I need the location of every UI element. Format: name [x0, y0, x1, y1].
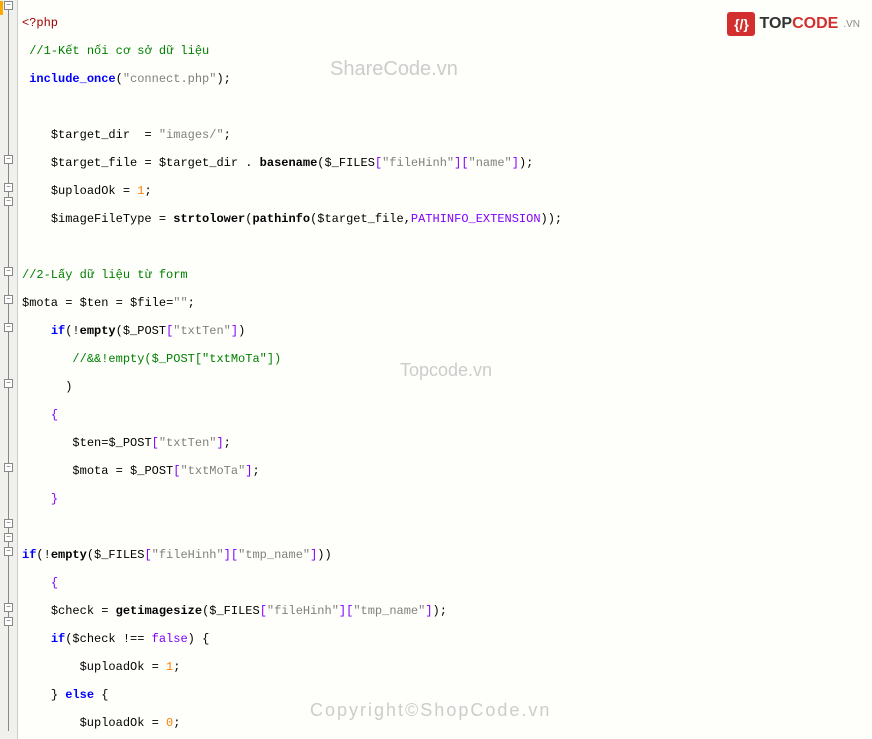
fold-toggle[interactable]: − — [4, 379, 13, 388]
fold-toggle[interactable]: − — [4, 519, 13, 528]
fold-toggle[interactable]: − — [4, 533, 13, 542]
fold-toggle[interactable]: − — [4, 463, 13, 472]
code-editor: − − − − − − − − − − − − − − <?php //1-Kế… — [0, 0, 872, 739]
fold-toggle[interactable]: − — [4, 183, 13, 192]
fold-toggle[interactable]: − — [4, 323, 13, 332]
fold-toggle[interactable]: − — [4, 267, 13, 276]
site-logo: {/} TOPCODE.VN — [727, 12, 860, 36]
fold-toggle[interactable]: − — [4, 617, 13, 626]
logo-icon: {/} — [727, 12, 755, 36]
fold-toggle[interactable]: − — [4, 295, 13, 304]
fold-toggle[interactable]: − — [4, 547, 13, 556]
fold-gutter: − − − − − − − − − − − − − − — [0, 0, 18, 739]
fold-toggle[interactable]: − — [4, 155, 13, 164]
fold-toggle[interactable]: − — [4, 1, 13, 10]
code-content[interactable]: <?php //1-Kết nối cơ sở dữ liệu include_… — [18, 0, 872, 739]
fold-toggle[interactable]: − — [4, 197, 13, 206]
fold-toggle[interactable]: − — [4, 603, 13, 612]
